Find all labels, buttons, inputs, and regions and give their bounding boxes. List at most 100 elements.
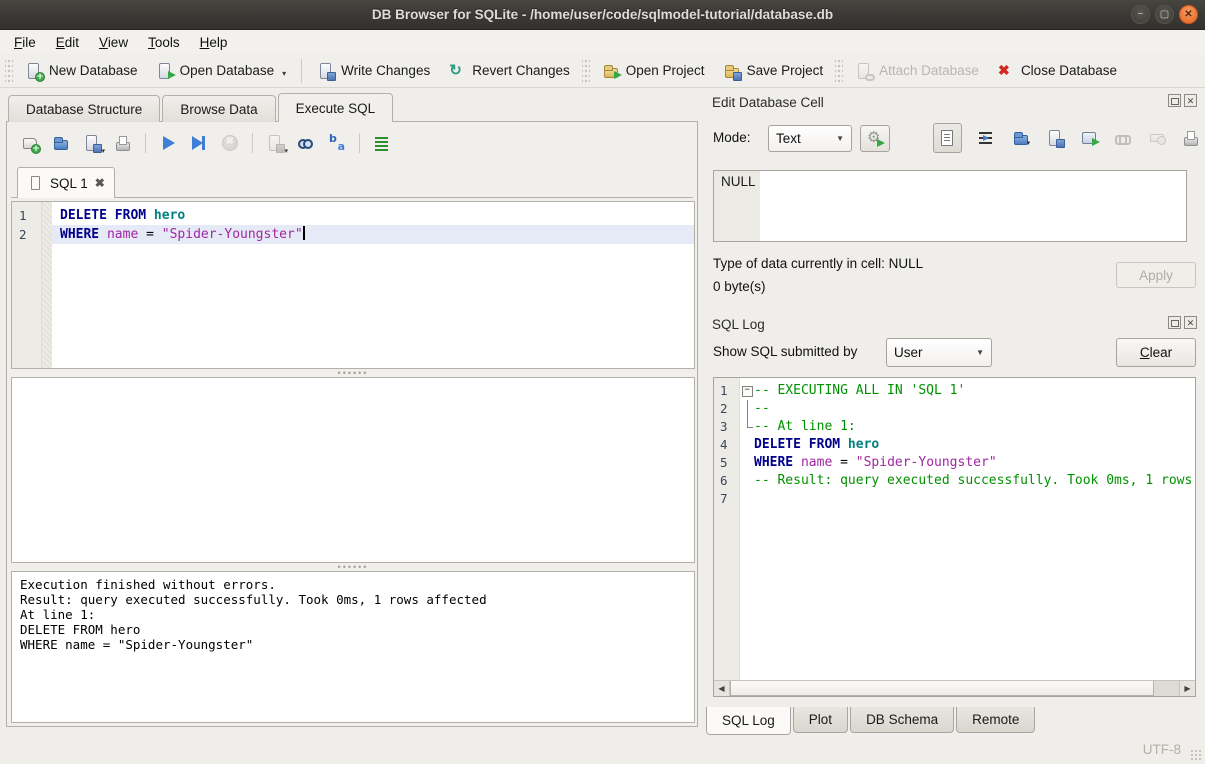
open-in-external-button[interactable] — [1079, 128, 1098, 148]
splitter-handle[interactable]: •••••• — [11, 369, 695, 377]
menu-edit[interactable]: Edit — [46, 32, 89, 53]
cell-value-editor[interactable]: NULL — [713, 170, 1187, 242]
execution-message-pane[interactable]: Execution finished without errors.Result… — [11, 571, 695, 723]
scroll-right-icon[interactable]: ▶ — [1179, 681, 1195, 696]
tab-execute-sql[interactable]: Execute SQL — [278, 93, 394, 122]
new-database-button[interactable]: New Database — [16, 58, 147, 84]
close-dock-icon[interactable] — [1184, 316, 1197, 329]
sql-file-tab[interactable]: SQL 1 ✖ — [17, 167, 115, 198]
print-cell-button[interactable] — [1182, 128, 1201, 148]
maximize-button[interactable]: ▢ — [1155, 5, 1174, 24]
open-project-label: Open Project — [626, 63, 705, 78]
execute-all-button[interactable] — [155, 130, 181, 156]
editor-line[interactable]: WHERE name = "Spider-Youngster" — [52, 225, 694, 244]
execute-current-line-icon — [190, 134, 208, 152]
write-changes-button[interactable]: Write Changes — [308, 58, 439, 84]
apply-button[interactable]: Apply — [1116, 262, 1196, 288]
save-project-button[interactable]: Save Project — [714, 58, 833, 84]
fold-spacer — [740, 472, 754, 490]
stop-icon — [221, 134, 239, 152]
toolbar-separator — [301, 59, 302, 83]
log-code-area: -- EXECUTING ALL IN 'SQL 1'---- At line … — [754, 378, 1195, 680]
menu-help[interactable]: Help — [190, 32, 238, 53]
menu-file[interactable]: File — [4, 32, 46, 53]
export-cell-button[interactable] — [1045, 128, 1064, 148]
minimize-button[interactable]: − — [1131, 5, 1150, 24]
execute-all-icon — [159, 134, 177, 152]
find-replace-button[interactable] — [324, 130, 350, 156]
clear-log-button[interactable]: Clear — [1116, 338, 1196, 367]
word-wrap-button[interactable] — [977, 128, 996, 148]
line-number: 1 — [19, 206, 41, 225]
stop-button[interactable] — [217, 130, 243, 156]
open-project-button[interactable]: Open Project — [593, 58, 714, 84]
float-dock-icon[interactable] — [1168, 316, 1181, 329]
tab-sql-log[interactable]: SQL Log — [706, 707, 791, 735]
line-number: 2 — [720, 400, 739, 418]
chevron-down-icon: ▼ — [976, 348, 984, 357]
encoding-indicator[interactable]: UTF-8 — [1143, 742, 1181, 757]
line-number: 7 — [720, 490, 739, 508]
dropdown-caret-icon[interactable]: ▾ — [282, 69, 286, 80]
find-button[interactable] — [293, 130, 319, 156]
sql-token: -- — [754, 401, 770, 416]
link-icon — [1114, 129, 1132, 147]
float-dock-icon[interactable] — [1168, 94, 1181, 107]
find-replace-icon — [328, 134, 346, 152]
scrollbar-thumb[interactable] — [730, 681, 1154, 696]
log-filter-value: User — [894, 345, 923, 360]
fold-marker[interactable] — [740, 382, 754, 400]
tab-browse-data[interactable]: Browse Data — [162, 95, 275, 122]
title-bar: DB Browser for SQLite - /home/user/code/… — [0, 0, 1205, 30]
resize-grip[interactable] — [1190, 749, 1202, 761]
find-icon — [297, 134, 315, 152]
auto-switch-mode-button[interactable] — [860, 125, 890, 152]
open-sql-file-button[interactable] — [48, 130, 74, 156]
close-button[interactable]: ✕ — [1179, 5, 1198, 24]
tab-close-icon[interactable]: ✖ — [93, 176, 105, 190]
new-database-label: New Database — [49, 63, 138, 78]
execute-current-line-button[interactable] — [186, 130, 212, 156]
edit-cell-dock-header: Edit Database Cell — [705, 92, 1201, 112]
editor-code-area[interactable]: DELETE FROM heroWHERE name = "Spider-You… — [52, 202, 694, 368]
sql-token: = — [832, 455, 855, 470]
revert-changes-button[interactable]: Revert Changes — [439, 58, 579, 84]
tab-database-structure[interactable]: Database Structure — [8, 95, 160, 122]
menu-view[interactable]: View — [89, 32, 138, 53]
close-database-button[interactable]: Close Database — [988, 58, 1126, 84]
menu-tools[interactable]: Tools — [138, 32, 190, 53]
editor-line[interactable]: DELETE FROM hero — [52, 206, 694, 225]
attach-database-button[interactable]: Attach Database — [846, 58, 988, 84]
app-window: DB Browser for SQLite - /home/user/code/… — [0, 0, 1205, 764]
log-fold-margin[interactable] — [740, 378, 754, 680]
revert-changes-icon — [448, 62, 466, 80]
export-results-button[interactable]: ▾ — [262, 130, 288, 156]
toolbar-handle — [835, 60, 843, 82]
import-cell-button[interactable]: ▾ — [1011, 128, 1030, 148]
text-mode-button[interactable] — [933, 123, 962, 153]
log-horizontal-scrollbar[interactable]: ◀ ▶ — [714, 680, 1195, 696]
open-database-button[interactable]: Open Database ▾ — [147, 58, 296, 84]
link-button[interactable] — [1114, 128, 1133, 148]
tab-plot[interactable]: Plot — [793, 707, 848, 733]
mode-select[interactable]: Text ▼ — [768, 125, 852, 152]
new-sql-tab-button[interactable] — [17, 130, 43, 156]
tab-remote[interactable]: Remote — [956, 707, 1035, 733]
sql-log-view[interactable]: 1234567 -- EXECUTING ALL IN 'SQL 1'---- … — [713, 377, 1196, 697]
scroll-left-icon[interactable]: ◀ — [714, 681, 730, 696]
close-dock-icon[interactable] — [1184, 94, 1197, 107]
mode-select-value: Text — [776, 131, 801, 146]
write-changes-icon — [317, 62, 335, 80]
open-database-label: Open Database — [180, 63, 275, 78]
auto-format-button[interactable] — [369, 130, 395, 156]
log-filter-select[interactable]: User ▼ — [886, 338, 992, 367]
tab-db-schema[interactable]: DB Schema — [850, 707, 954, 733]
print-button[interactable] — [110, 130, 136, 156]
cell-toolbar: ▾ — [933, 121, 1201, 155]
save-sql-file-button[interactable]: ▾ — [79, 130, 105, 156]
sql-editor[interactable]: 12 DELETE FROM heroWHERE name = "Spider-… — [11, 201, 695, 369]
splitter-handle[interactable]: •••••• — [11, 563, 695, 571]
dropdown-caret-icon: ▾ — [284, 147, 288, 155]
log-line: WHERE name = "Spider-Youngster" — [754, 454, 1195, 472]
set-null-button[interactable] — [1148, 128, 1167, 148]
